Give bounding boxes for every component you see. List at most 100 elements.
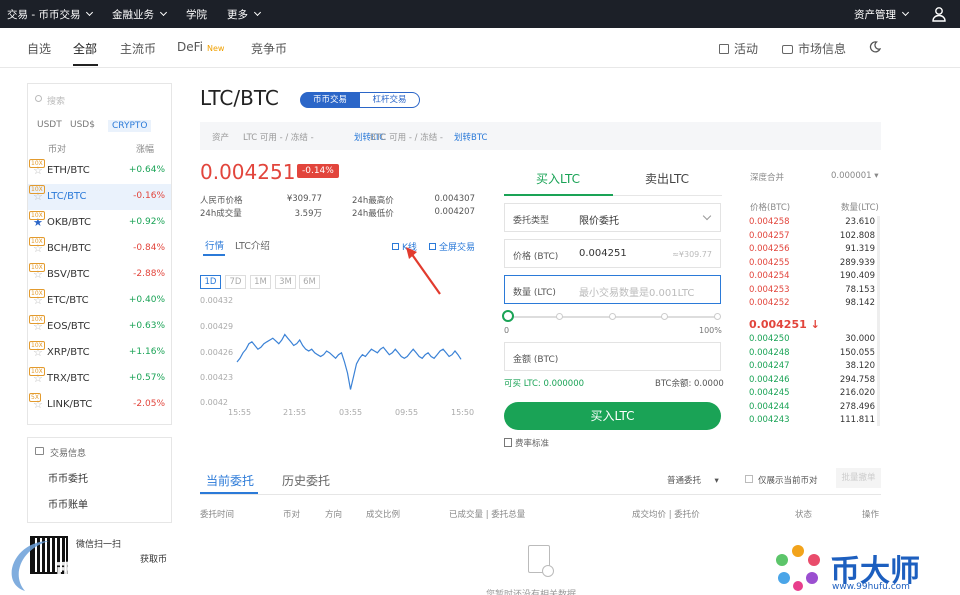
ob-price[interactable]: 0.004247	[749, 361, 790, 371]
depth-merge-select[interactable]: 0.000001 ▾	[831, 171, 879, 181]
low-label: 24h最低价	[352, 209, 394, 219]
empty-clock-icon	[542, 565, 554, 577]
total-input[interactable]: 金额 (BTC)	[504, 342, 721, 371]
ob-price[interactable]: 0.004255	[749, 258, 790, 268]
order-book-scrollbar[interactable]	[877, 216, 880, 426]
tab-all[interactable]: 全部	[73, 40, 97, 57]
order-type-filter-value: 普通委托	[667, 476, 702, 486]
ob-price[interactable]: 0.004250	[749, 334, 790, 344]
moon-icon[interactable]	[869, 41, 881, 53]
ob-price[interactable]: 0.004254	[749, 271, 790, 281]
batch-cancel-button[interactable]: 批量撤单	[836, 468, 881, 488]
price-change-badge: -0.14%	[297, 164, 339, 178]
nav-finance[interactable]: 金融业务	[112, 7, 168, 22]
price-label: 价格 (BTC)	[513, 252, 559, 262]
tab-current-orders[interactable]: 当前委托	[206, 472, 254, 489]
market-row[interactable]: ☆ LINK/BTC 5X -2.05%	[28, 392, 171, 418]
red-arrow-annotation	[406, 247, 441, 295]
market-row[interactable]: ☆ ETH/BTC 10X +0.64%	[28, 158, 171, 184]
nav-academy[interactable]: 学院	[186, 7, 207, 22]
ob-price[interactable]: 0.004245	[749, 388, 790, 398]
transfer-btc-link[interactable]: 划转BTC	[454, 131, 487, 143]
tab-mainstream[interactable]: 主流币	[120, 40, 156, 57]
sub-nav: 自选 全部 主流币 DeFi New 竞争币 活动 市场信息	[0, 28, 960, 68]
buy-ltc-button[interactable]: 买入LTC	[504, 402, 721, 430]
tab-favorites[interactable]: 自选	[27, 40, 51, 57]
col-pair: 币对	[283, 510, 301, 520]
market-symbol: EOS/BTC	[47, 321, 91, 332]
tab-margin[interactable]: 杠杆交易	[359, 92, 420, 108]
market-row[interactable]: ☆ ETC/BTC 10X +0.40%	[28, 288, 171, 314]
quote-tab-usdt[interactable]: USDT	[37, 120, 62, 130]
ob-price[interactable]: 0.004246	[749, 375, 790, 385]
tab-sell[interactable]: 卖出LTC	[645, 170, 689, 187]
tab-buy[interactable]: 买入LTC	[536, 170, 580, 187]
slider-step-25[interactable]	[556, 313, 563, 320]
range-6m[interactable]: 6M	[299, 275, 320, 289]
tab-order-history[interactable]: 历史委托	[282, 472, 330, 489]
market-row[interactable]: ☆ BSV/BTC 10X -2.88%	[28, 262, 171, 288]
market-info-link[interactable]: 市场信息	[782, 40, 846, 57]
slider-handle[interactable]	[502, 310, 514, 322]
fee-link[interactable]: 费率标准	[504, 437, 549, 449]
nav-trade[interactable]: 交易 - 币币交易	[7, 7, 94, 22]
search-input[interactable]: 搜索	[35, 91, 163, 109]
chevron-down-icon	[253, 8, 262, 17]
slider-step-75[interactable]	[661, 313, 668, 320]
market-row[interactable]: ☆ EOS/BTC 10X +0.63%	[28, 314, 171, 340]
leverage-badge: 10X	[29, 367, 45, 376]
tab-competitors[interactable]: 竞争币	[251, 40, 287, 57]
tab-defi-label: DeFi	[177, 40, 203, 54]
slider-step-50[interactable]	[609, 313, 616, 320]
chevron-down-icon	[159, 8, 168, 17]
col-change[interactable]: 涨幅	[136, 142, 154, 155]
user-icon[interactable]	[931, 6, 947, 22]
spot-bills-link[interactable]: 币币账单	[48, 496, 88, 511]
col-status: 状态	[795, 510, 813, 520]
empty-text: 您暂时还没有相关数据	[486, 590, 577, 595]
spot-orders-link[interactable]: 币币委托	[48, 470, 88, 485]
tab-spot[interactable]: 币币交易	[300, 92, 360, 108]
range-3m[interactable]: 3M	[275, 275, 296, 289]
ob-price[interactable]: 0.004248	[749, 348, 790, 358]
nav-more[interactable]: 更多	[227, 7, 262, 22]
quote-tab-usd[interactable]: USD$	[70, 120, 95, 130]
market-change: +0.64%	[128, 165, 165, 175]
ob-price[interactable]: 0.004257	[749, 231, 790, 241]
x-tick-1: 21:55	[283, 408, 307, 417]
nav-trade-label: 交易 - 币币交易	[7, 9, 81, 21]
market-row[interactable]: ☆ BCH/BTC 10X -0.84%	[28, 236, 171, 262]
price-input[interactable]: 价格 (BTC) 0.004251 ≈¥309.77	[504, 239, 721, 268]
ob-price[interactable]: 0.004258	[749, 217, 790, 227]
market-row[interactable]: ☆ XRP/BTC 10X +1.16%	[28, 340, 171, 366]
range-7d[interactable]: 7D	[225, 275, 246, 289]
order-type-filter[interactable]: 普通委托 ▾	[667, 474, 719, 486]
ob-price[interactable]: 0.004253	[749, 285, 790, 295]
market-symbol: XRP/BTC	[47, 347, 90, 358]
range-1d[interactable]: 1D	[200, 275, 221, 289]
ob-price[interactable]: 0.004252	[749, 298, 790, 308]
ob-price[interactable]: 0.004256	[749, 244, 790, 254]
ob-price[interactable]: 0.004243	[749, 415, 790, 425]
slider-step-100[interactable]	[714, 313, 721, 320]
only-current-checkbox[interactable]: 仅展示当前币对	[745, 474, 818, 486]
market-row[interactable]: ☆ LTC/BTC 10X -0.16%	[28, 184, 171, 210]
activity-link[interactable]: 活动	[719, 40, 758, 57]
nav-assets[interactable]: 资产管理	[854, 7, 910, 22]
order-type-select[interactable]: 委托类型 限价委托	[504, 203, 721, 232]
can-buy-text: 可买 LTC: 0.000000	[504, 379, 585, 389]
market-row[interactable]: ☆ TRX/BTC 10X +0.57%	[28, 366, 171, 392]
ob-col-amount: 数量(LTC)	[841, 203, 879, 213]
watermark-left-text: 币圈子	[54, 561, 122, 587]
quote-tab-crypto[interactable]: CRYPTO	[108, 120, 152, 132]
tab-defi[interactable]: DeFi New	[177, 40, 224, 54]
tab-intro[interactable]: LTC介绍	[235, 238, 270, 252]
ob-price[interactable]: 0.004244	[749, 402, 790, 412]
range-1m[interactable]: 1M	[250, 275, 271, 289]
x-tick-2: 03:55	[339, 408, 363, 417]
market-row[interactable]: ★ OKB/BTC 10X +0.92%	[28, 210, 171, 236]
x-tick-3: 09:55	[395, 408, 419, 417]
amount-input[interactable]: 数量 (LTC) 最小交易数量是0.001LTC	[504, 275, 721, 304]
checkbox-icon	[745, 475, 753, 483]
tab-quotes[interactable]: 行情	[205, 238, 224, 252]
